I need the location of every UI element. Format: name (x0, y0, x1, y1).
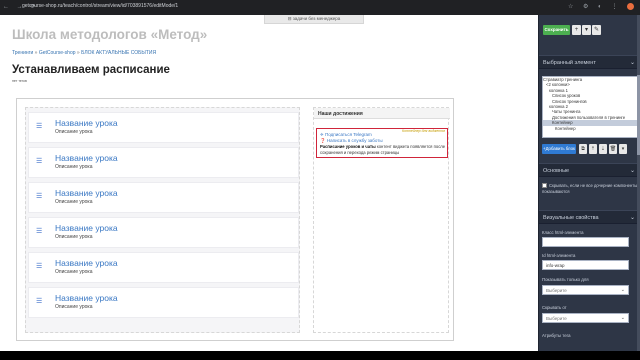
id-label: Id html-элемента (542, 253, 576, 258)
achievements-header: Наши достижения (314, 108, 450, 119)
move-down-icon[interactable]: ⇣ (599, 144, 607, 154)
list-icon: ☰ (36, 298, 43, 305)
section-selected-element[interactable]: Выбранный элемент ⌄ (539, 55, 640, 69)
breadcrumb-item-shop[interactable]: GetCourse-shop (39, 50, 76, 56)
chevron-down-icon: ⌄ (620, 287, 625, 293)
screen: ← → ⟳ getcourse-shop.ru/teach/control/st… (0, 0, 640, 360)
chevron-down-icon[interactable]: ⌄ (630, 167, 635, 174)
add-block-button[interactable]: +Добавить блок (542, 144, 576, 154)
lesson-description: Описание урока (55, 269, 93, 275)
bottom-bar (0, 351, 640, 360)
breadcrumb-sep: » (76, 50, 80, 56)
lesson-title[interactable]: Название урока (55, 118, 118, 128)
support-link-label[interactable]: Написать в службу заботы (327, 138, 383, 143)
hide-from-select[interactable]: Выберите ⌄ (542, 313, 629, 323)
select-value: Выберите (546, 316, 567, 321)
chevron-down-icon: ⌄ (620, 315, 625, 321)
breadcrumb: Тренинги » GetCourse-shop » БЛОК АКТУАЛЬ… (12, 50, 156, 56)
list-icon: ☰ (36, 193, 43, 200)
list-icon: ☰ (36, 123, 43, 130)
list-icon: ☰ (36, 228, 43, 235)
lesson-description: Описание урока (55, 304, 93, 310)
school-title[interactable]: Школа методологов «Метод» (12, 27, 207, 42)
checkbox-label: Скрывать, если не все дочерние компонент… (542, 183, 638, 194)
lesson-title[interactable]: Название урока (55, 293, 118, 303)
page-canvas: ☰ Название урока Описание урока ☰ Назван… (16, 98, 454, 341)
checkbox[interactable] (542, 183, 547, 189)
save-button[interactable]: Сохранить (543, 25, 570, 35)
class-input[interactable] (542, 237, 629, 247)
lesson-description: Описание урока (55, 234, 93, 240)
achievements-column[interactable]: Наши достижения Контейнер для виджетов ✈… (313, 107, 450, 333)
lesson-title[interactable]: Название урока (55, 153, 118, 163)
select-value: Выберите (546, 288, 567, 293)
more-icon[interactable]: ▾ (619, 144, 627, 154)
lesson-card[interactable]: ☰ Название урока Описание урока (28, 287, 299, 318)
extension-icons[interactable]: ☆ ⚙ ◐ ⋮ (568, 4, 621, 10)
lesson-card[interactable]: ☰ Название урока Описание урока (28, 112, 299, 143)
copy-icon[interactable]: ⧉ (579, 144, 587, 154)
section-title: Визуальные свойства (543, 215, 599, 221)
tree-actions: +Добавить блок ⧉ ⇡ ⇣ 🗑 ▾ (542, 144, 638, 154)
id-input[interactable]: info-wrap (542, 260, 629, 270)
lesson-title[interactable]: Название урока (55, 188, 118, 198)
chevron-down-icon[interactable]: ⌄ (630, 214, 635, 221)
lesson-card[interactable]: ☰ Название урока Описание урока (28, 217, 299, 248)
section-basic[interactable]: Основные ⌄ (539, 163, 640, 177)
widget-note-bold: Расписание уроков и чаты (320, 144, 376, 149)
manager-notice[interactable]: ⊟ задачи без менеджера (264, 15, 364, 24)
class-label: Класс html-элемента (542, 230, 584, 235)
attributes-label: Атрибуты тега (542, 333, 571, 338)
browser-toolbar: ← → ⟳ getcourse-shop.ru/teach/control/st… (0, 0, 640, 15)
address-bar[interactable]: getcourse-shop.ru/teach/control/stream/v… (22, 3, 178, 9)
section-title: Основные (543, 168, 570, 174)
telegram-link-label[interactable]: Подписаться Telegram (325, 132, 372, 137)
chevron-down-icon[interactable]: ⌄ (630, 59, 635, 66)
tree-item[interactable]: Контейнер (543, 126, 637, 131)
page-viewport: ⊟ задачи без менеджера Школа методологов… (0, 15, 640, 351)
lesson-card[interactable]: ☰ Название урока Описание урока (28, 252, 299, 283)
editor-sidebar: Сохранить + ▾ ✎ Выбранный элемент ⌄ Стра… (538, 15, 640, 351)
breadcrumb-sep: » (34, 50, 38, 56)
show-for-label: Показывать только для (542, 277, 589, 282)
widget-note: Расписание уроков и чаты контент виджета… (320, 144, 446, 156)
lesson-description: Описание урока (55, 164, 93, 170)
hide-from-label: Скрывать от (542, 305, 567, 310)
breadcrumb-item-block[interactable]: БЛОК АКТУАЛЬНЫЕ СОБЫТИЯ (81, 50, 156, 56)
hide-if-children-checkbox[interactable]: Скрывать, если не все дочерние компонент… (542, 183, 638, 195)
move-up-icon[interactable]: ⇡ (589, 144, 597, 154)
section-visual[interactable]: Визуальные свойства ⌄ (539, 210, 640, 224)
lessons-column[interactable]: ☰ Название урока Описание урока ☰ Назван… (25, 107, 300, 333)
delete-icon[interactable]: 🗑 (609, 144, 617, 154)
list-icon: ☰ (36, 263, 43, 270)
page-tags: нет тегов (12, 79, 27, 83)
section-title: Выбранный элемент (543, 60, 596, 66)
editor-main-area: ⊟ задачи без менеджера Школа методологов… (0, 15, 538, 351)
page-title: Устанавливаем расписание (12, 64, 170, 76)
lesson-description: Описание урока (55, 199, 93, 205)
lesson-description: Описание урока (55, 129, 93, 135)
lesson-title[interactable]: Название урока (55, 258, 118, 268)
lesson-title[interactable]: Название урока (55, 223, 118, 233)
breadcrumb-item-trainings[interactable]: Тренинги (12, 50, 33, 56)
support-icon: ❓ (320, 138, 326, 143)
browser-extension-icons[interactable]: ☆ ⚙ ◐ ⋮ (568, 3, 634, 10)
edit-button[interactable]: ✎ (592, 25, 601, 35)
profile-avatar[interactable] (627, 3, 634, 10)
more-dropdown-button[interactable]: ▾ (582, 25, 591, 35)
lesson-card[interactable]: ☰ Название урока Описание урока (28, 147, 299, 178)
lesson-card[interactable]: ☰ Название урока Описание урока (28, 182, 299, 213)
telegram-icon: ✈ (320, 132, 324, 137)
sidebar-toolbar: Сохранить + ▾ ✎ (539, 15, 640, 49)
list-icon: ☰ (36, 158, 43, 165)
add-button[interactable]: + (572, 25, 581, 35)
element-tree[interactable]: Стравиатр тренинга <2 колонки> колонка 1… (542, 76, 638, 138)
selected-element-tag: Контейнер для виджетов (402, 129, 445, 133)
selected-widget-container[interactable]: Контейнер для виджетов ✈ Подписаться Tel… (316, 128, 448, 158)
show-for-select[interactable]: Выберите ⌄ (542, 285, 629, 295)
